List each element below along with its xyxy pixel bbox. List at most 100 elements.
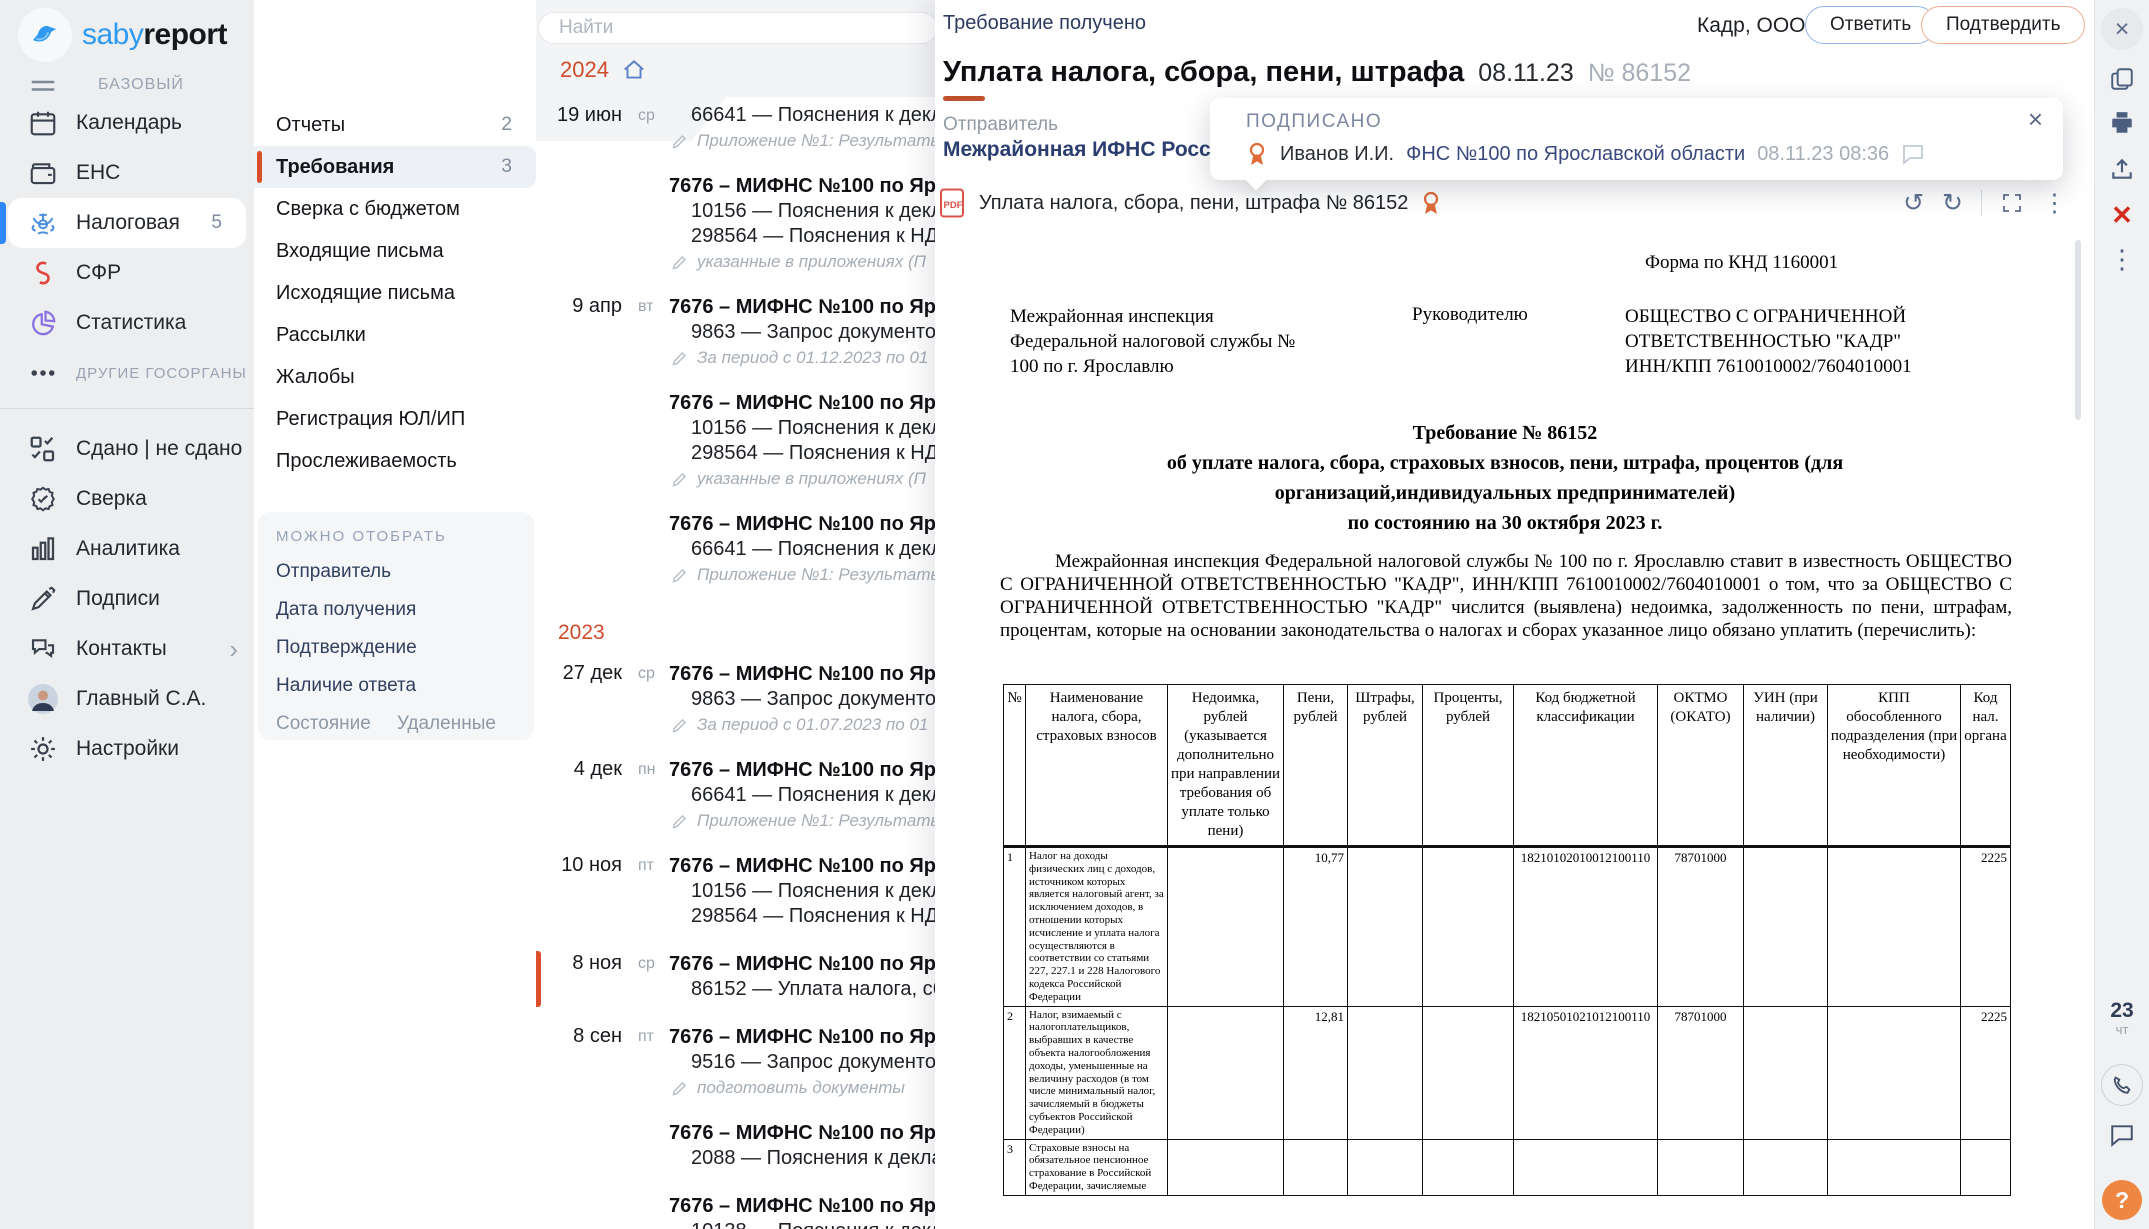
- table-cell: 18210102010012100110: [1514, 847, 1658, 1007]
- item-sender-title: 7676 – МИФНС №100 по Яр: [669, 1024, 935, 1050]
- avatar: [28, 684, 58, 714]
- document-date: 08.11.23: [1478, 59, 1573, 88]
- help-icon[interactable]: ?: [2102, 1180, 2142, 1220]
- sidebar-item2-0[interactable]: Сдано | не сдано: [0, 424, 254, 474]
- table-cell: Страховые взносы на обязательное пенсион…: [1026, 1139, 1168, 1195]
- pencil-icon: [671, 470, 689, 488]
- doc-to-block: ОБЩЕСТВО С ОГРАНИЧЕННОЙОТВЕТСТВЕННОСТЬЮ …: [1625, 304, 1965, 379]
- list-item[interactable]: 9 апрвт7676 – МИФНС №100 по Яр9863 — Зап…: [536, 294, 935, 390]
- requirements-list-panel: 2024 19 июнср66641 — Пояснения к деклаПр…: [536, 0, 935, 1229]
- app-logo[interactable]: sabyreport: [18, 8, 227, 62]
- pen-icon: [28, 584, 58, 614]
- delete-icon[interactable]: ✕: [2111, 202, 2133, 228]
- fullscreen-icon[interactable]: [2000, 191, 2024, 215]
- print-icon[interactable]: [2109, 110, 2135, 136]
- menu-icon[interactable]: [28, 72, 58, 98]
- nav-item-4[interactable]: Исходящие письма: [254, 272, 536, 314]
- list-item[interactable]: 8 нояср7676 – МИФНС №100 по Яр86152 — Уп…: [536, 951, 935, 1024]
- sidebar-item2-2[interactable]: Аналитика: [0, 524, 254, 574]
- item-sender-title: 7676 – МИФНС №100 по Яр: [669, 294, 935, 320]
- list-item[interactable]: 7676 – МИФНС №100 по Яр10138 — Пояснения…: [536, 1193, 935, 1229]
- list-item[interactable]: 10 нояпт7676 – МИФНС №100 по Яр10156 — П…: [536, 853, 935, 951]
- nav-item-label: Отчеты: [276, 114, 345, 137]
- filter-state[interactable]: Состояние: [276, 713, 371, 735]
- list-item[interactable]: 7676 – МИФНС №100 по Яр10156 — Пояснения…: [536, 173, 935, 294]
- sidebar-item2-6[interactable]: Настройки: [0, 724, 254, 774]
- chat-icon[interactable]: [2109, 1122, 2135, 1148]
- item-document-line: 66641 — Пояснения к декла: [669, 103, 935, 128]
- nav-item-8[interactable]: Прослеживаемость: [254, 440, 536, 482]
- search-input[interactable]: [538, 12, 935, 44]
- sidebar-item-label: Сверка: [76, 487, 147, 511]
- list-item[interactable]: 19 июнср66641 — Пояснения к деклаПриложе…: [536, 103, 935, 173]
- signer-org[interactable]: ФНС №100 по Ярославской области: [1406, 143, 1745, 166]
- sidebar-item-3[interactable]: СФР: [0, 248, 254, 298]
- plan-label: БАЗОВЫЙ: [98, 76, 184, 94]
- sidebar-item2-3[interactable]: Подписи: [0, 574, 254, 624]
- nav-item-7[interactable]: Регистрация ЮЛ/ИП: [254, 398, 536, 440]
- sidebar-item-0[interactable]: Календарь: [0, 98, 254, 148]
- home-icon[interactable]: [621, 57, 647, 83]
- table-cell: [1744, 1006, 1828, 1139]
- table-cell: 10,77: [1284, 847, 1348, 1007]
- attachment-name[interactable]: Уплата налога, сбора, пени, штрафа № 861…: [979, 192, 1408, 215]
- attachment-row[interactable]: PDF Уплата налога, сбора, пени, штрафа №…: [939, 188, 1442, 218]
- more-icon[interactable]: ⋮: [2109, 246, 2135, 272]
- table-header-7: ОКТМО (ОКАТО): [1658, 685, 1744, 847]
- list-item[interactable]: 4 декпн7676 – МИФНС №100 по Яр66641 — По…: [536, 757, 935, 853]
- item-note: подготовить документы: [669, 1078, 935, 1098]
- comment-bubble-icon[interactable]: [1901, 143, 1925, 165]
- list-item[interactable]: 7676 – МИФНС №100 по Яр66641 — Пояснения…: [536, 511, 935, 607]
- more-options-icon[interactable]: ⋮: [2042, 191, 2067, 216]
- item-note: За период с 01.07.2023 по 01: [669, 715, 935, 735]
- pencil-icon: [671, 716, 689, 734]
- item-document-line: 298564 — Пояснения к НД: [669, 904, 935, 929]
- filter-link-3[interactable]: Наличие ответа: [276, 675, 534, 697]
- list-item[interactable]: 8 сенпт7676 – МИФНС №100 по Яр9516 — Зап…: [536, 1024, 935, 1120]
- section-nav: Отчеты2Требования3Сверка с бюджетомВходя…: [254, 0, 536, 1229]
- phone-icon[interactable]: [2101, 1064, 2143, 1106]
- nav-item-2[interactable]: Сверка с бюджетом: [254, 188, 536, 230]
- sidebar-item2-4[interactable]: Контакты›: [0, 624, 254, 674]
- nav-item-5[interactable]: Рассылки: [254, 314, 536, 356]
- list-item[interactable]: 7676 – МИФНС №100 по Яр10156 — Пояснения…: [536, 390, 935, 511]
- document-scrollbar[interactable]: [2075, 240, 2081, 420]
- upload-icon[interactable]: [2109, 156, 2135, 182]
- table-header-1: Наименование налога, сбора, страховых вз…: [1026, 685, 1168, 847]
- nav-item-1[interactable]: Требования3: [254, 146, 536, 188]
- filter-link-0[interactable]: Отправитель: [276, 561, 534, 583]
- filter-deleted[interactable]: Удаленные: [397, 713, 496, 735]
- sidebar-item-label: Календарь: [76, 111, 182, 135]
- rotate-left-icon[interactable]: ↺: [1903, 191, 1924, 216]
- close-icon[interactable]: ×: [2028, 106, 2043, 132]
- nav-item-3[interactable]: Входящие письма: [254, 230, 536, 272]
- calendar-day-widget[interactable]: 23 чт: [2110, 1000, 2133, 1037]
- item-sender-title: 7676 – МИФНС №100 по Яр: [669, 853, 935, 879]
- list-item[interactable]: 7676 – МИФНС №100 по Яр2088 — Пояснения …: [536, 1120, 935, 1193]
- reply-button[interactable]: Ответить: [1805, 6, 1936, 44]
- item-note-text: Приложение №1: Результать: [697, 811, 935, 831]
- sidebar-item2-5[interactable]: Главный С.А.: [0, 674, 254, 724]
- nav-item-6[interactable]: Жалобы: [254, 356, 536, 398]
- signature-medal-icon[interactable]: [1420, 190, 1442, 216]
- close-panel-icon[interactable]: ×: [2101, 8, 2143, 50]
- calendar-day: 23: [2110, 1000, 2133, 1022]
- filter-link-2[interactable]: Подтверждение: [276, 637, 534, 659]
- filter-link-1[interactable]: Дата получения: [276, 599, 534, 621]
- sidebar-item-5[interactable]: ДРУГИЕ ГОСОРГАНЫ: [0, 348, 254, 398]
- sidebar-item-4[interactable]: Статистика: [0, 298, 254, 348]
- sidebar-item-1[interactable]: ЕНС: [0, 148, 254, 198]
- doc-title: Требование № 86152об уплате налога, сбор…: [1000, 418, 2010, 538]
- table-header-3: Пени, рублей: [1284, 685, 1348, 847]
- sidebar-item2-1[interactable]: Сверка: [0, 474, 254, 524]
- requirements-list: 19 июнср66641 — Пояснения к деклаПриложе…: [536, 97, 935, 1229]
- sidebar-item-2[interactable]: Налоговая5: [8, 198, 246, 248]
- rotate-right-icon[interactable]: ↻: [1942, 191, 1963, 216]
- confirm-button[interactable]: Подтвердить: [1921, 6, 2085, 44]
- signer-person[interactable]: Иванов И.И.: [1280, 143, 1394, 166]
- tax-icon: [28, 208, 58, 238]
- table-cell: Налог на доходы физических лиц с доходов…: [1026, 847, 1168, 1007]
- nav-item-0[interactable]: Отчеты2: [254, 104, 536, 146]
- list-item[interactable]: 27 декср7676 – МИФНС №100 по Яр9863 — За…: [536, 661, 935, 757]
- copy-icon[interactable]: [2109, 66, 2135, 92]
